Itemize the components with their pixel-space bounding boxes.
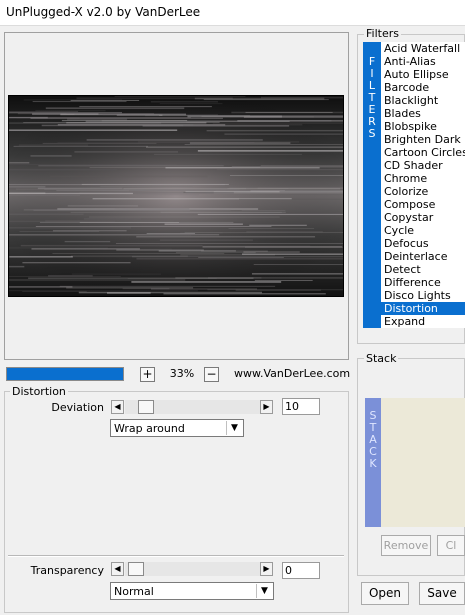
filter-list-item[interactable]: Anti-Alias (381, 55, 465, 68)
save-button[interactable]: Save (419, 582, 465, 605)
blend-mode-select[interactable]: Normal ▼ (110, 582, 274, 600)
deviation-slider-thumb[interactable] (138, 400, 154, 414)
deviation-value-field[interactable]: 10 (282, 398, 320, 415)
separator (8, 555, 344, 557)
deviation-increase-arrow-icon[interactable]: ▶ (260, 400, 273, 414)
filter-list-item[interactable]: Copystar (381, 211, 465, 224)
transparency-increase-arrow-icon[interactable]: ▶ (260, 562, 273, 576)
window-title: UnPlugged-X v2.0 by VanDerLee (6, 5, 201, 19)
chevron-down-icon[interactable]: ▼ (226, 421, 242, 435)
filter-list-item[interactable]: Chrome (381, 172, 465, 185)
distortion-group-label: Distortion (10, 385, 68, 398)
zoom-level: 33% (169, 367, 195, 380)
transparency-slider-track[interactable] (125, 562, 260, 576)
filters-group-label: Filters (364, 27, 401, 40)
transparency-value-field[interactable]: 0 (282, 562, 320, 579)
filter-list-item[interactable]: Acid Waterfall (381, 42, 465, 55)
stack-vertical-label: STACK (365, 410, 381, 470)
filter-list-item[interactable]: Cartoon Circles (381, 146, 465, 159)
filter-list-item[interactable]: Auto Ellipse (381, 68, 465, 81)
vertical-letter: K (369, 457, 377, 470)
stack-group-label: Stack (364, 352, 399, 365)
title-bar: UnPlugged-X v2.0 by VanDerLee (0, 0, 465, 26)
filter-list-item[interactable]: Blades (381, 107, 465, 120)
transparency-slider-thumb[interactable] (128, 562, 144, 576)
edge-mode-value: Wrap around (114, 422, 185, 435)
filter-list-item[interactable]: Detect (381, 263, 465, 276)
zoom-out-button[interactable]: − (204, 367, 219, 382)
deviation-decrease-arrow-icon[interactable]: ◀ (111, 400, 124, 414)
filter-list-item[interactable]: Brighten Dark (381, 133, 465, 146)
filter-list-item[interactable]: Blobspike (381, 120, 465, 133)
zoom-in-button[interactable]: + (140, 367, 155, 382)
open-button[interactable]: Open (361, 582, 409, 605)
blend-mode-value: Normal (114, 585, 154, 598)
filter-list-item[interactable]: Difference (381, 276, 465, 289)
filter-list[interactable]: Acid Waterfall Anti-Alias Auto Ellipse Barc… (381, 42, 465, 328)
filter-list-item[interactable]: Cycle (381, 224, 465, 237)
preview-image[interactable] (8, 95, 344, 297)
filter-list-item[interactable]: Blacklight (381, 94, 465, 107)
filter-list-item[interactable]: Disco Lights (381, 289, 465, 302)
filter-list-item[interactable]: Barcode (381, 81, 465, 94)
stack-list[interactable] (381, 398, 465, 527)
chevron-down-icon[interactable]: ▼ (256, 584, 272, 598)
transparency-label: Transparency (30, 564, 104, 577)
website-link[interactable]: www.VanDerLee.com (234, 367, 350, 380)
filter-list-item[interactable]: CD Shader (381, 159, 465, 172)
filters-side-bar: FILTERS (363, 42, 381, 328)
progress-fill (7, 368, 123, 380)
stack-side-bar: STACK (365, 398, 381, 527)
filter-list-item[interactable]: Expand (381, 315, 465, 328)
transparency-decrease-arrow-icon[interactable]: ◀ (111, 562, 124, 576)
filter-list-item[interactable]: Deinterlace (381, 250, 465, 263)
filter-list-item[interactable]: Distortion (381, 302, 465, 315)
edge-mode-select[interactable]: Wrap around ▼ (110, 419, 244, 437)
filters-vertical-label: FILTERS (363, 56, 381, 140)
deviation-label: Deviation (51, 401, 104, 414)
remove-button[interactable]: Remove (381, 535, 431, 556)
filter-list-item[interactable]: Colorize (381, 185, 465, 198)
clear-button[interactable]: Cl (437, 535, 465, 556)
filter-list-item[interactable]: Defocus (381, 237, 465, 250)
progress-bar (6, 367, 124, 381)
filter-list-item[interactable]: Compose (381, 198, 465, 211)
vertical-letter: S (368, 127, 376, 140)
